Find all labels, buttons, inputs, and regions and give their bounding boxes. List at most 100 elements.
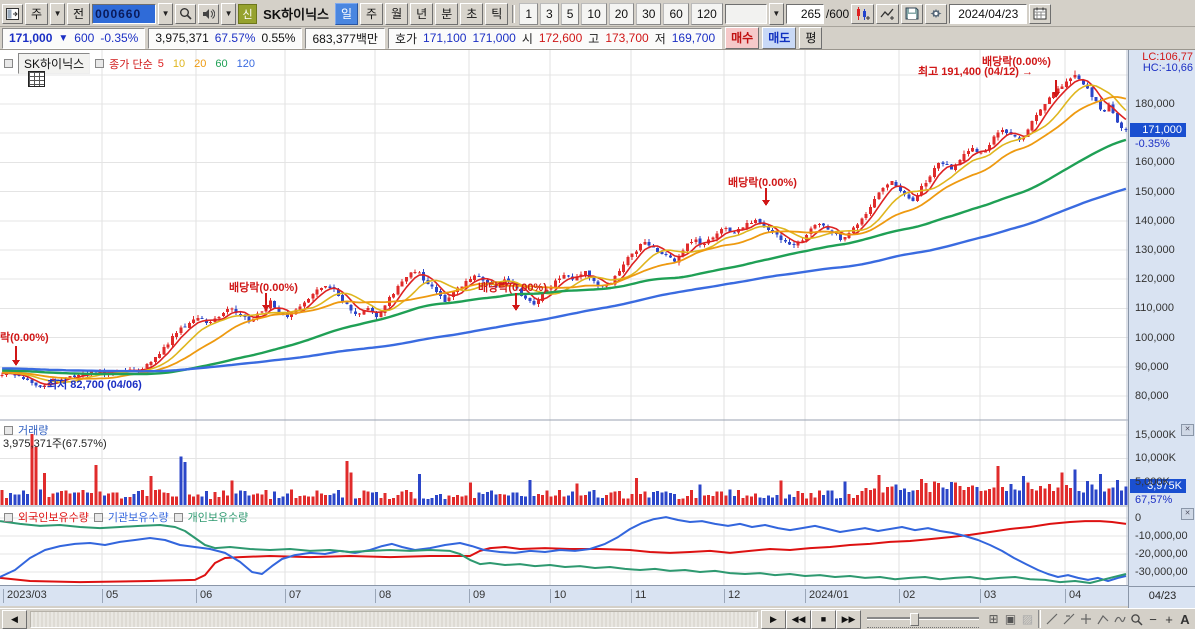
open-label: 시 — [521, 31, 533, 46]
volume-tick: 15,000K — [1135, 428, 1176, 441]
trendline-tool-icon-1[interactable] — [1060, 611, 1077, 628]
screen-toggle-icon[interactable] — [2, 3, 23, 24]
price-tick: 130,000 — [1135, 244, 1175, 256]
month-label-1: 05 — [102, 589, 118, 603]
fast-forward-button[interactable]: ▶▶ — [836, 609, 861, 629]
interval-button-0[interactable]: 1 — [519, 2, 539, 25]
slider-handle[interactable] — [909, 612, 919, 626]
interval-button-6[interactable]: 60 — [663, 2, 689, 25]
speaker-dropdown-icon[interactable]: ▼ — [221, 2, 237, 25]
pattern-window-icon: ▨ — [1021, 612, 1034, 626]
avg-button[interactable]: 평 — [799, 27, 823, 49]
speaker-icon[interactable] — [198, 3, 220, 24]
legend-marker-icon — [4, 512, 13, 522]
interval-custom-dropdown[interactable] — [724, 3, 767, 24]
annotation-1: ←최저 82,700 (04/06) — [36, 379, 142, 391]
date-axis[interactable]: 2023/03 05 06 07 08 09 10 11 12 2024/01 02 03 04 — [0, 585, 1128, 606]
period-prefix-dropdown-icon[interactable]: ▼ — [50, 2, 66, 25]
zoom-slider[interactable] — [867, 611, 979, 628]
bottom-toolbar: ◀ ▶ ◀◀ ■ ▶▶ ⊞ ▣ ▨ − + A — [0, 608, 1195, 629]
stop-button[interactable]: ■ — [811, 609, 836, 629]
chart-scrollbar-track[interactable] — [30, 610, 758, 628]
ma-legend-items: 5 10 20 60 120 — [158, 58, 255, 70]
save-icon[interactable] — [901, 3, 924, 24]
trendline-tool-icon-0[interactable] — [1043, 611, 1060, 628]
quote-group: 호가 171,100 171,000 시 172,600 고 173,700 저… — [387, 27, 723, 49]
add-line-chart-icon[interactable] — [876, 3, 900, 24]
pane-collapse-icon[interactable]: ✕ — [1181, 508, 1194, 520]
stock-code-input[interactable]: 000660 — [92, 3, 157, 24]
search-icon[interactable] — [175, 3, 197, 24]
timeframe-button-group: 일주월년분초틱 — [335, 2, 509, 25]
month-label-3: 07 — [285, 589, 301, 603]
trendline-tool-icon-4[interactable] — [1111, 611, 1128, 628]
jeon-button[interactable]: 전 — [67, 2, 91, 25]
chart-plot[interactable] — [0, 50, 1128, 585]
buy-button[interactable]: 매수 — [725, 27, 760, 49]
candle-count-input[interactable]: 265 — [785, 3, 824, 24]
timeframe-button-3[interactable]: 년 — [410, 2, 434, 25]
legend-marker-icon — [4, 425, 13, 435]
interval-button-4[interactable]: 20 — [608, 2, 635, 25]
play-button[interactable]: ▶ — [761, 609, 786, 629]
cascade-windows-icon[interactable]: ▣ — [1002, 611, 1019, 628]
code-dropdown-icon[interactable]: ▼ — [158, 2, 174, 25]
month-label-12: 04 — [1065, 589, 1081, 603]
ma-legend-item-60: 60 — [215, 57, 228, 70]
month-label-5: 09 — [469, 589, 485, 603]
trade-value-group: 683,377백만 — [305, 27, 385, 49]
add-candle-chart-icon[interactable] — [851, 3, 875, 24]
interval-button-group: 1 3 5 10 20 30 60 120 — [519, 2, 723, 25]
timeframe-button-6[interactable]: 틱 — [485, 2, 509, 25]
trendline-tool-icon-2[interactable] — [1077, 611, 1094, 628]
period-prefix-button[interactable]: 주 — [25, 2, 49, 25]
timeframe-button-5[interactable]: 초 — [460, 2, 484, 25]
price-tick: 110,000 — [1135, 302, 1174, 315]
interval-button-1[interactable]: 3 — [540, 2, 559, 25]
rewind-button[interactable]: ◀◀ — [786, 609, 811, 629]
settings-gear-icon[interactable] — [925, 3, 948, 24]
toolbar-divider — [512, 4, 516, 23]
timeframe-button-2[interactable]: 월 — [385, 2, 409, 25]
hc-value: HC:-10,66 — [1142, 62, 1193, 74]
calendar-icon[interactable] — [1029, 3, 1052, 24]
interval-button-3[interactable]: 10 — [581, 2, 607, 25]
interval-dropdown-icon[interactable]: ▼ — [768, 2, 784, 25]
new-window-icon[interactable]: ⊞ — [985, 611, 1002, 628]
axis-corner-date: 04/23 — [1129, 586, 1195, 605]
ask-price: 171,100 — [423, 31, 467, 45]
legend-marker-icon — [95, 59, 105, 68]
timeframe-button-0[interactable]: 일 — [335, 2, 359, 25]
zoom-out-button[interactable]: − — [1145, 612, 1161, 627]
chart-region: SK하이닉스 종가 단순 5 10 20 60 120 거래량 3,975,371주(6… — [0, 50, 1195, 613]
ma-legend-item-120: 120 — [236, 57, 255, 70]
scroll-left-button[interactable]: ◀ — [2, 609, 27, 629]
font-size-button[interactable]: A — [1177, 612, 1193, 627]
high-label: 고 — [588, 31, 600, 46]
holdings-legend-1: 기관보유수량 — [107, 512, 169, 524]
candle-max-label: /600 — [825, 6, 850, 21]
interval-button-2[interactable]: 5 — [560, 2, 580, 25]
interval-button-7[interactable]: 120 — [690, 2, 723, 25]
high-price: 173,700 — [605, 31, 649, 45]
pane-collapse-icon[interactable]: ✕ — [1181, 424, 1194, 436]
current-price: 171,000 — [9, 31, 53, 45]
timeframe-button-1[interactable]: 주 — [360, 2, 384, 25]
zoom-in-button[interactable]: + — [1161, 612, 1177, 627]
chart-date-input[interactable]: 2024/04/23 — [949, 3, 1028, 24]
sell-button[interactable]: 매도 — [762, 27, 797, 49]
right-axis[interactable]: LC:106,77 HC:-10,66 171,000 -0.35% 3,975… — [1128, 50, 1195, 613]
hoga-label: 호가 — [394, 31, 418, 46]
interval-button-5[interactable]: 30 — [636, 2, 662, 25]
magnifier-icon[interactable] — [1128, 611, 1145, 628]
timeframe-button-4[interactable]: 분 — [435, 2, 459, 25]
trendline-tool-icon-3[interactable] — [1094, 611, 1111, 628]
down-arrow-icon: ▼ — [58, 32, 69, 44]
legend-marker-icon — [4, 59, 13, 68]
holdings-tick: -10,000,00 — [1135, 530, 1188, 542]
month-label-11: 03 — [980, 589, 996, 603]
current-price-pct: -0.35% — [1135, 138, 1170, 151]
grid-toggle-icon[interactable] — [28, 71, 45, 87]
holdings-legend-2: 개인보유수량 — [187, 512, 249, 524]
ma-legend-item-10: 10 — [172, 57, 186, 70]
